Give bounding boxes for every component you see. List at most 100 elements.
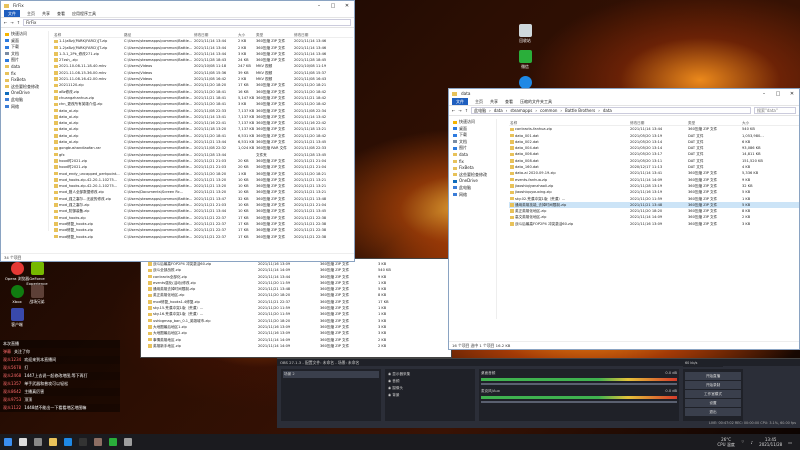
chat-username[interactable]: 弹幕 xyxy=(3,349,11,354)
chat-username[interactable]: 观众1122 xyxy=(3,405,21,410)
window-titlebar[interactable]: data – □ ✕ xyxy=(449,89,799,98)
nav-item[interactable]: OneDrive xyxy=(449,178,496,185)
nav-item[interactable]: 这些要检查修改 xyxy=(449,172,496,179)
tab-home[interactable]: 主页 xyxy=(475,99,483,105)
nav-item[interactable]: 下载 xyxy=(449,132,496,139)
breadcrumb-item[interactable]: 此电脑 xyxy=(474,108,486,113)
maximize-icon[interactable]: □ xyxy=(771,91,785,97)
nav-item[interactable]: 网络 xyxy=(449,192,496,199)
breadcrumb-item[interactable]: data xyxy=(603,108,612,113)
nav-item[interactable]: fix xyxy=(449,159,496,166)
tab-zip-tools[interactable]: 压缩的文件夹工具 xyxy=(520,99,552,105)
file-row[interactable]: mod修复_hooks.zip C:\Users\steamapps\common… xyxy=(53,234,353,240)
browser-icon[interactable] xyxy=(64,438,72,446)
clock[interactable]: 13:45 2021/11/28 xyxy=(759,437,782,447)
tab-share[interactable]: 共享 xyxy=(490,99,498,105)
nav-item[interactable]: OneDrive xyxy=(1,90,48,97)
left-explorer-window[interactable]: FirFix – □ ✕ 文件 主页 共享 查看 应用程序工具 ← → ↑ Fi… xyxy=(0,0,355,262)
weather-widget[interactable]: 26°C CPU 温度 xyxy=(717,437,734,447)
breadcrumb[interactable]: FirFix xyxy=(23,19,351,26)
tab-file[interactable]: 文件 xyxy=(4,10,20,17)
source-item[interactable]: ◉ 背景 xyxy=(387,392,473,399)
file-row[interactable]: 战斗后最高FOP2P4 冲突激活60.zip 2021/11/16 13:09 36… xyxy=(509,221,799,227)
chat-icon[interactable] xyxy=(109,438,117,446)
chat-username[interactable]: 观众5678 xyxy=(3,365,21,370)
up-icon[interactable]: ↑ xyxy=(465,108,468,113)
breadcrumb-item[interactable]: steamapps xyxy=(510,108,532,113)
obs-icon[interactable] xyxy=(79,438,87,446)
column-header[interactable]: 修改日期 xyxy=(193,32,237,37)
nav-item[interactable]: 图片 xyxy=(449,145,496,152)
nav-item[interactable]: fix xyxy=(1,71,48,78)
obs-control-button[interactable]: 开始录制 xyxy=(685,381,741,389)
nav-item[interactable]: 桌面 xyxy=(1,38,48,45)
column-header[interactable]: 大小 xyxy=(237,32,255,37)
up-icon[interactable]: ↑ xyxy=(17,20,20,25)
start-icon[interactable] xyxy=(4,438,12,446)
settings-icon[interactable] xyxy=(124,438,132,446)
column-header[interactable]: 名称 xyxy=(53,32,123,37)
column-header[interactable]: 修改日期 xyxy=(293,32,337,37)
tab-file[interactable]: 文件 xyxy=(452,98,468,105)
explorer-icon[interactable] xyxy=(49,438,57,446)
game-icon[interactable] xyxy=(94,438,102,446)
chat-username[interactable]: 观众9753 xyxy=(3,397,21,402)
column-header[interactable]: 修改日期 xyxy=(629,120,687,125)
scene-item[interactable]: 场景 2 xyxy=(283,371,379,378)
back-icon[interactable]: ← xyxy=(4,20,7,25)
column-header[interactable]: 类型 xyxy=(687,120,741,125)
nav-item[interactable]: 此电脑 xyxy=(1,97,48,104)
volume-icon[interactable]: ♪ xyxy=(751,440,754,445)
background-explorer-window[interactable]: 战斗后最高FOP2P4 冲突激活60.zip 2021/11/16 13:09 36… xyxy=(140,258,452,358)
notification-icon[interactable]: ▭ xyxy=(788,440,792,445)
column-header[interactable]: 类型 xyxy=(255,32,293,37)
nav-item[interactable]: 桌面 xyxy=(449,126,496,133)
breadcrumb-item[interactable]: common xyxy=(540,108,557,113)
nav-item[interactable]: data xyxy=(449,152,496,159)
breadcrumb-item[interactable]: Battle Brothers xyxy=(565,108,595,113)
forward-icon[interactable]: → xyxy=(10,20,13,25)
desktop-icon[interactable]: 客户端 xyxy=(2,308,32,328)
task-view-icon[interactable] xyxy=(34,438,42,446)
tab-view[interactable]: 查看 xyxy=(57,11,65,17)
tab-share[interactable]: 共享 xyxy=(42,11,50,17)
chat-username[interactable]: 观众1234 xyxy=(3,357,21,362)
right-explorer-window[interactable]: data – □ ✕ 文件 主页 共享 查看 压缩的文件夹工具 ← → ↑ 此电… xyxy=(448,88,800,350)
nav-item[interactable]: FixBeta xyxy=(449,165,496,172)
nav-item[interactable]: FixBeta xyxy=(1,77,48,84)
desktop-icon[interactable]: 回收站 xyxy=(510,24,540,44)
tab-home[interactable]: 主页 xyxy=(27,11,35,17)
obs-control-button[interactable]: 开始直播 xyxy=(685,372,741,380)
volume-slider[interactable] xyxy=(481,401,677,403)
nav-item[interactable]: 网络 xyxy=(1,104,48,111)
column-header[interactable]: 名称 xyxy=(509,120,629,125)
source-item[interactable]: ◉ 显示器采集 xyxy=(387,371,473,378)
column-header[interactable]: 大小 xyxy=(741,120,789,125)
breadcrumb[interactable]: 此电脑 › data › steamapps › common › Battle Brother… xyxy=(471,107,751,114)
nav-item[interactable]: 文档 xyxy=(449,139,496,146)
network-icon[interactable]: ⌔ xyxy=(741,439,745,445)
chat-username[interactable]: 观众2468 xyxy=(3,373,21,378)
tab-view[interactable]: 查看 xyxy=(505,99,513,105)
forward-icon[interactable]: → xyxy=(458,108,461,113)
nav-item[interactable]: 快速访问 xyxy=(449,119,496,126)
breadcrumb-item[interactable]: FirFix xyxy=(26,20,36,25)
desktop-icon[interactable]: GeForce Experience xyxy=(22,262,52,286)
nav-item[interactable]: 快速访问 xyxy=(1,31,48,38)
window-titlebar[interactable]: FirFix – □ ✕ xyxy=(1,1,354,10)
minimize-icon[interactable]: – xyxy=(312,3,326,9)
minimize-icon[interactable]: – xyxy=(757,91,771,97)
back-icon[interactable]: ← xyxy=(452,108,455,113)
chat-username[interactable]: 观众1357 xyxy=(3,381,21,386)
search-icon[interactable] xyxy=(19,438,27,446)
nav-item[interactable]: 下载 xyxy=(1,44,48,51)
breadcrumb-item[interactable]: data xyxy=(494,108,503,113)
desktop-icon[interactable]: 微信 xyxy=(510,50,540,70)
file-row[interactable]: 英雄新手地区.zip 2021/11/14 14:09 360压缩 ZIP 文件 2 … xyxy=(147,343,447,349)
tab-app-tools[interactable]: 应用程序工具 xyxy=(72,11,96,17)
obs-control-button[interactable]: 退出 xyxy=(685,408,741,416)
close-icon[interactable]: ✕ xyxy=(785,91,799,97)
chat-username[interactable]: 观众8642 xyxy=(3,389,21,394)
obs-window[interactable]: OBS 27.1.3 - 配置文件: 未命名 - 场景: 未命名 场景 2 ◉ … xyxy=(277,358,800,428)
source-item[interactable]: ◉ 音频 xyxy=(387,378,473,385)
